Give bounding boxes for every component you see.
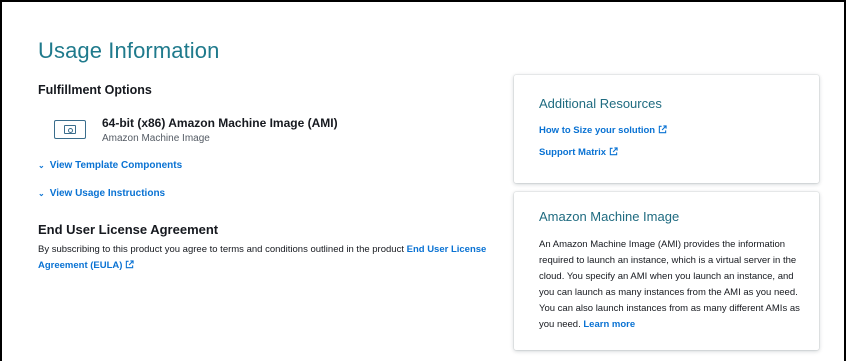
- ami-icon: [54, 120, 86, 139]
- eula-heading: End User License Agreement: [38, 222, 219, 237]
- chevron-down-icon: ⌄: [38, 161, 45, 170]
- view-usage-instructions-toggle[interactable]: ⌄ View Usage Instructions: [38, 188, 165, 199]
- page-title: Usage Information: [38, 38, 220, 63]
- view-template-components-label: View Template Components: [49, 160, 183, 171]
- learn-more-link[interactable]: Learn more: [583, 319, 635, 330]
- chevron-down-icon: ⌄: [38, 189, 45, 198]
- view-usage-instructions-label: View Usage Instructions: [49, 188, 166, 199]
- ami-info-body: An Amazon Machine Image (AMI) provides t…: [539, 237, 809, 333]
- fulfillment-option: 64-bit (x86) Amazon Machine Image (AMI) …: [54, 116, 338, 146]
- support-matrix-link[interactable]: Support Matrix: [539, 147, 618, 158]
- fulfillment-option-subtitle: Amazon Machine Image: [102, 133, 210, 144]
- additional-resources-card: Additional Resources How to Size your so…: [514, 75, 819, 183]
- ami-info-title: Amazon Machine Image: [539, 209, 680, 224]
- eula-body-text: By subscribing to this product you agree…: [38, 244, 407, 255]
- ami-info-card: Amazon Machine Image An Amazon Machine I…: [514, 192, 819, 350]
- ami-info-body-text: An Amazon Machine Image (AMI) provides t…: [539, 239, 800, 330]
- eula-body: By subscribing to this product you agree…: [38, 242, 498, 274]
- additional-resources-title: Additional Resources: [539, 96, 662, 111]
- external-link-icon: [658, 125, 667, 134]
- fulfillment-option-title: 64-bit (x86) Amazon Machine Image (AMI): [102, 116, 338, 130]
- view-template-components-toggle[interactable]: ⌄ View Template Components: [38, 160, 182, 171]
- external-link-icon: [609, 147, 618, 156]
- fulfillment-options-heading: Fulfillment Options: [38, 83, 152, 97]
- page-frame: Usage Information Fulfillment Options 64…: [0, 0, 846, 361]
- external-link-icon: [126, 260, 135, 269]
- how-to-size-link[interactable]: How to Size your solution: [539, 125, 667, 136]
